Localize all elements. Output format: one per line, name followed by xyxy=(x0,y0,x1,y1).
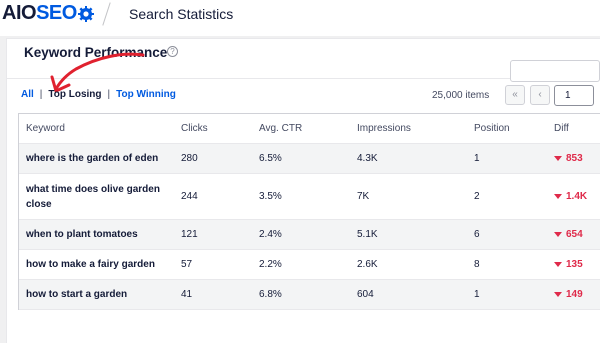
ctr-cell: 6.5% xyxy=(259,153,282,164)
filter-top-losing[interactable]: Top Losing xyxy=(48,89,101,100)
filter-all[interactable]: All xyxy=(21,89,34,100)
impressions-cell: 2.6K xyxy=(357,259,378,270)
table-row: where is the garden of eden 280 6.5% 4.3… xyxy=(19,144,600,174)
clicks-cell: 244 xyxy=(181,191,198,202)
top-bar: AIO SEO Search Statistics xyxy=(0,0,600,36)
table-header-row: Keyword Clicks Avg. CTR Impressions Posi… xyxy=(19,114,600,144)
logo-suffix-text: SEO xyxy=(36,2,77,24)
items-count: 25,000 items xyxy=(432,90,490,101)
page-number-input[interactable]: 1 xyxy=(554,85,594,106)
keyword-filters: All | Top Losing | Top Winning xyxy=(21,89,176,100)
clicks-cell: 280 xyxy=(181,153,198,164)
help-icon[interactable]: ? xyxy=(167,46,178,57)
column-header-keyword[interactable]: Keyword xyxy=(26,114,171,143)
position-cell: 6 xyxy=(474,229,480,240)
impressions-cell: 7K xyxy=(357,191,370,202)
logo-prefix: AIO xyxy=(2,2,37,24)
keyword-cell[interactable]: where is the garden of eden xyxy=(26,144,171,173)
diff-value: 853 xyxy=(554,153,583,164)
column-header-ctr[interactable]: Avg. CTR xyxy=(259,114,302,143)
ctr-cell: 2.4% xyxy=(259,229,282,240)
column-header-position[interactable]: Position xyxy=(474,114,510,143)
first-page-button[interactable]: « xyxy=(505,85,525,105)
position-cell: 8 xyxy=(474,259,480,270)
position-cell: 1 xyxy=(474,153,480,164)
clicks-cell: 41 xyxy=(181,289,193,300)
down-triangle-icon xyxy=(554,194,562,199)
diff-cell: 654 xyxy=(554,220,583,249)
column-header-diff[interactable]: Diff xyxy=(554,114,569,143)
page-title: Search Statistics xyxy=(129,6,234,22)
diff-cell: 135 xyxy=(554,250,583,279)
down-triangle-icon xyxy=(554,156,562,161)
table-row: how to start a garden 41 6.8% 604 1 149 xyxy=(19,280,600,310)
filter-top-winning[interactable]: Top Winning xyxy=(116,89,176,100)
keyword-table: Keyword Clicks Avg. CTR Impressions Posi… xyxy=(18,113,600,310)
diff-cell: 1.4K xyxy=(554,174,587,219)
diff-number: 149 xyxy=(566,289,583,300)
down-triangle-icon xyxy=(554,232,562,237)
impressions-cell: 604 xyxy=(357,289,374,300)
position-cell: 1 xyxy=(474,289,480,300)
keyword-search-input[interactable] xyxy=(510,60,600,82)
filter-separator: | xyxy=(107,89,111,100)
ctr-cell: 6.8% xyxy=(259,289,282,300)
column-header-clicks[interactable]: Clicks xyxy=(181,114,208,143)
aioseo-logo[interactable]: AIO SEO xyxy=(2,2,95,25)
column-header-impressions[interactable]: Impressions xyxy=(357,114,411,143)
impressions-cell: 4.3K xyxy=(357,153,378,164)
keyword-cell[interactable]: what time does olive garden close xyxy=(26,174,171,219)
filter-separator: | xyxy=(39,89,43,100)
diff-value: 149 xyxy=(554,289,583,300)
ctr-cell: 3.5% xyxy=(259,191,282,202)
down-triangle-icon xyxy=(554,292,562,297)
clicks-cell: 57 xyxy=(181,259,193,270)
down-triangle-icon xyxy=(554,262,562,267)
keyword-cell[interactable]: when to plant tomatoes xyxy=(26,220,171,249)
diff-number: 1.4K xyxy=(566,191,588,202)
header-divider xyxy=(102,2,111,26)
diff-number: 654 xyxy=(566,229,583,240)
ctr-cell: 2.2% xyxy=(259,259,282,270)
diff-cell: 149 xyxy=(554,280,583,309)
diff-number: 853 xyxy=(566,153,583,164)
clicks-cell: 121 xyxy=(181,229,198,240)
keyword-cell[interactable]: how to make a fairy garden xyxy=(26,250,171,279)
impressions-cell: 5.1K xyxy=(357,229,378,240)
logo-suffix: SEO xyxy=(36,2,77,25)
position-cell: 2 xyxy=(474,191,480,202)
table-row: how to make a fairy garden 57 2.2% 2.6K … xyxy=(19,250,600,280)
diff-value: 135 xyxy=(554,259,583,270)
prev-page-button[interactable]: ‹ xyxy=(530,85,550,105)
diff-value: 1.4K xyxy=(554,191,587,202)
gear-icon xyxy=(77,5,94,22)
table-row: what time does olive garden close 244 3.… xyxy=(19,174,600,220)
table-row: when to plant tomatoes 121 2.4% 5.1K 6 6… xyxy=(19,220,600,250)
keyword-cell[interactable]: how to start a garden xyxy=(26,280,171,309)
diff-value: 654 xyxy=(554,229,583,240)
diff-cell: 853 xyxy=(554,144,583,173)
diff-number: 135 xyxy=(566,259,583,270)
